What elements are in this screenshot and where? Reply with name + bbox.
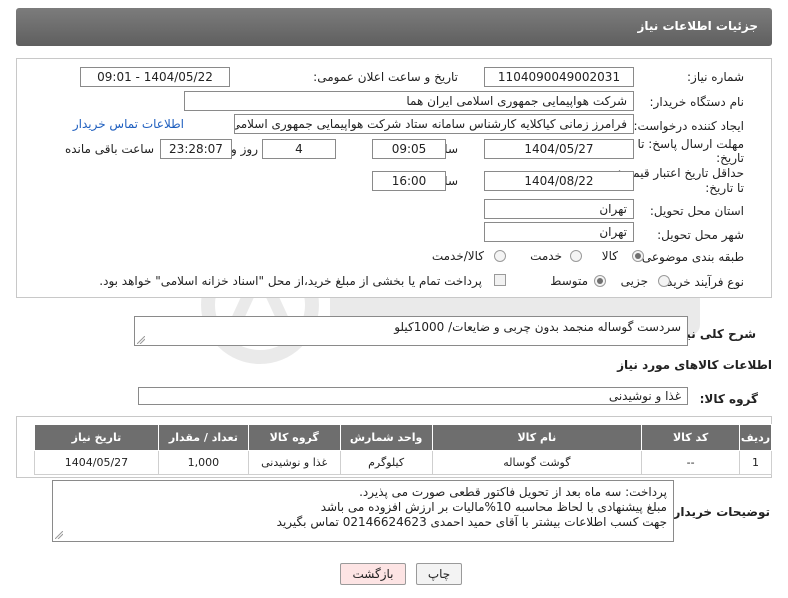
back-button[interactable]: بازگشت <box>340 563 406 585</box>
announce-field: 1404/05/22 - 09:01 <box>80 67 230 87</box>
announce-label: تاریخ و ساعت اعلان عمومی: <box>313 70 458 84</box>
category-goods-label: کالا <box>601 249 618 263</box>
buyer-org-field: شرکت هواپیمایی جمهوری اسلامی ایران هما <box>184 91 634 111</box>
price-date-field: 1404/08/22 <box>484 171 634 191</box>
items-table: ردیف کد کالا نام کالا واحد شمارش گروه کا… <box>34 424 772 475</box>
buyer-contact-link[interactable]: اطلاعات تماس خریدار <box>73 117 184 131</box>
buyer-note-line: پرداخت: سه ماه بعد از تحویل فاکتور قطعی … <box>359 485 667 499</box>
purchase-type-label: نوع فرآیند خرید : <box>659 275 744 289</box>
buyer-notes-label: توضیحات خریدار: <box>668 505 770 519</box>
payment-note: پرداخت تمام یا بخشی از مبلغ خرید،از محل … <box>99 274 482 288</box>
deadline-label-2: تاریخ: <box>716 151 744 165</box>
cell-unit: کیلوگرم <box>339 450 433 475</box>
buyer-note-line: جهت کسب اطلاعات بیشتر با آقای حمید احمدی… <box>276 515 667 529</box>
goods-group-label: گروه کالا: <box>699 392 758 406</box>
goods-group-field: غذا و نوشیدنی <box>138 387 688 405</box>
col-quantity: تعداد / مقدار <box>157 424 249 451</box>
col-unit: واحد شمارش <box>339 424 433 451</box>
purchase-minor-radio[interactable] <box>658 275 670 287</box>
table-row: 1 -- گوشت گوساله کیلوگرم غذا و نوشیدنی 1… <box>34 450 772 475</box>
cell-quantity: 1,000 <box>157 450 249 475</box>
days-label: روز و <box>231 142 258 156</box>
deadline-label-1: مهلت ارسال پاسخ: تا <box>637 137 744 151</box>
cell-need-date: 1404/05/27 <box>34 450 159 475</box>
purchase-minor-label: جزیی <box>620 274 648 288</box>
cell-item-name: گوشت گوساله <box>431 450 643 475</box>
purchase-medium-label: متوسط <box>550 274 588 288</box>
deadline-date-field: 1404/05/27 <box>484 139 634 159</box>
city-field: تهران <box>484 222 634 242</box>
resize-grip-icon[interactable] <box>55 531 63 539</box>
remaining-time-field: 23:28:07 <box>160 139 232 159</box>
min-price-label-1: حداقل تاریخ اعتبار قیمت: <box>617 166 744 180</box>
treasury-checkbox[interactable] <box>494 274 506 286</box>
need-number-field: 1104090049002031 <box>484 67 634 87</box>
city-label: شهر محل تحویل: <box>657 228 744 242</box>
items-header-row: ردیف کد کالا نام کالا واحد شمارش گروه کا… <box>34 424 772 451</box>
min-price-label-2: تا تاریخ: <box>705 181 744 195</box>
page-header: جزئیات اطلاعات نیاز <box>16 8 772 46</box>
col-row-number: ردیف <box>739 424 772 451</box>
col-item-code: کد کالا <box>641 424 741 451</box>
category-service-radio[interactable] <box>570 250 582 262</box>
cell-item-code: -- <box>641 450 741 475</box>
purchase-medium-radio[interactable] <box>594 275 606 287</box>
province-field: تهران <box>484 199 634 219</box>
requester-field: فرامرز زمانی کیاکلایه کارشناس سامانه ستا… <box>234 114 634 134</box>
requester-label: ایجاد کننده درخواست: <box>633 119 744 133</box>
print-button[interactable]: چاپ <box>416 563 462 585</box>
price-time-field: 16:00 <box>372 171 446 191</box>
buyer-note-line: مبلغ پیشنهادی با لحاظ محاسبه 10%مالیات ب… <box>320 500 667 514</box>
col-item-name: نام کالا <box>431 424 643 451</box>
province-label: استان محل تحویل: <box>649 204 744 218</box>
deadline-time-field: 09:05 <box>372 139 446 159</box>
days-field: 4 <box>262 139 336 159</box>
cell-group: غذا و نوشیدنی <box>247 450 341 475</box>
col-need-date: تاریخ نیاز <box>34 424 159 451</box>
category-goods-radio[interactable] <box>632 250 644 262</box>
category-both-label: کالا/خدمت <box>431 249 484 263</box>
buyer-notes-field: پرداخت: سه ماه بعد از تحویل فاکتور قطعی … <box>52 480 674 542</box>
remaining-label: ساعت باقی مانده <box>64 142 154 156</box>
category-both-radio[interactable] <box>494 250 506 262</box>
cell-row-number: 1 <box>739 450 772 475</box>
goods-section-title: اطلاعات کالاهای مورد نیاز <box>617 358 772 372</box>
buyer-org-label: نام دستگاه خریدار: <box>649 95 745 109</box>
col-group: گروه کالا <box>247 424 341 451</box>
category-service-label: خدمت <box>530 249 562 263</box>
resize-grip-icon[interactable] <box>137 336 145 344</box>
description-field: سردست گوساله منجمد بدون چربی و ضایعات/ 1… <box>134 316 688 346</box>
page-title: جزئیات اطلاعات نیاز <box>637 19 758 33</box>
need-number-label: شماره نیاز: <box>687 70 744 84</box>
category-label: طبقه بندی موضوعی: <box>637 250 744 264</box>
